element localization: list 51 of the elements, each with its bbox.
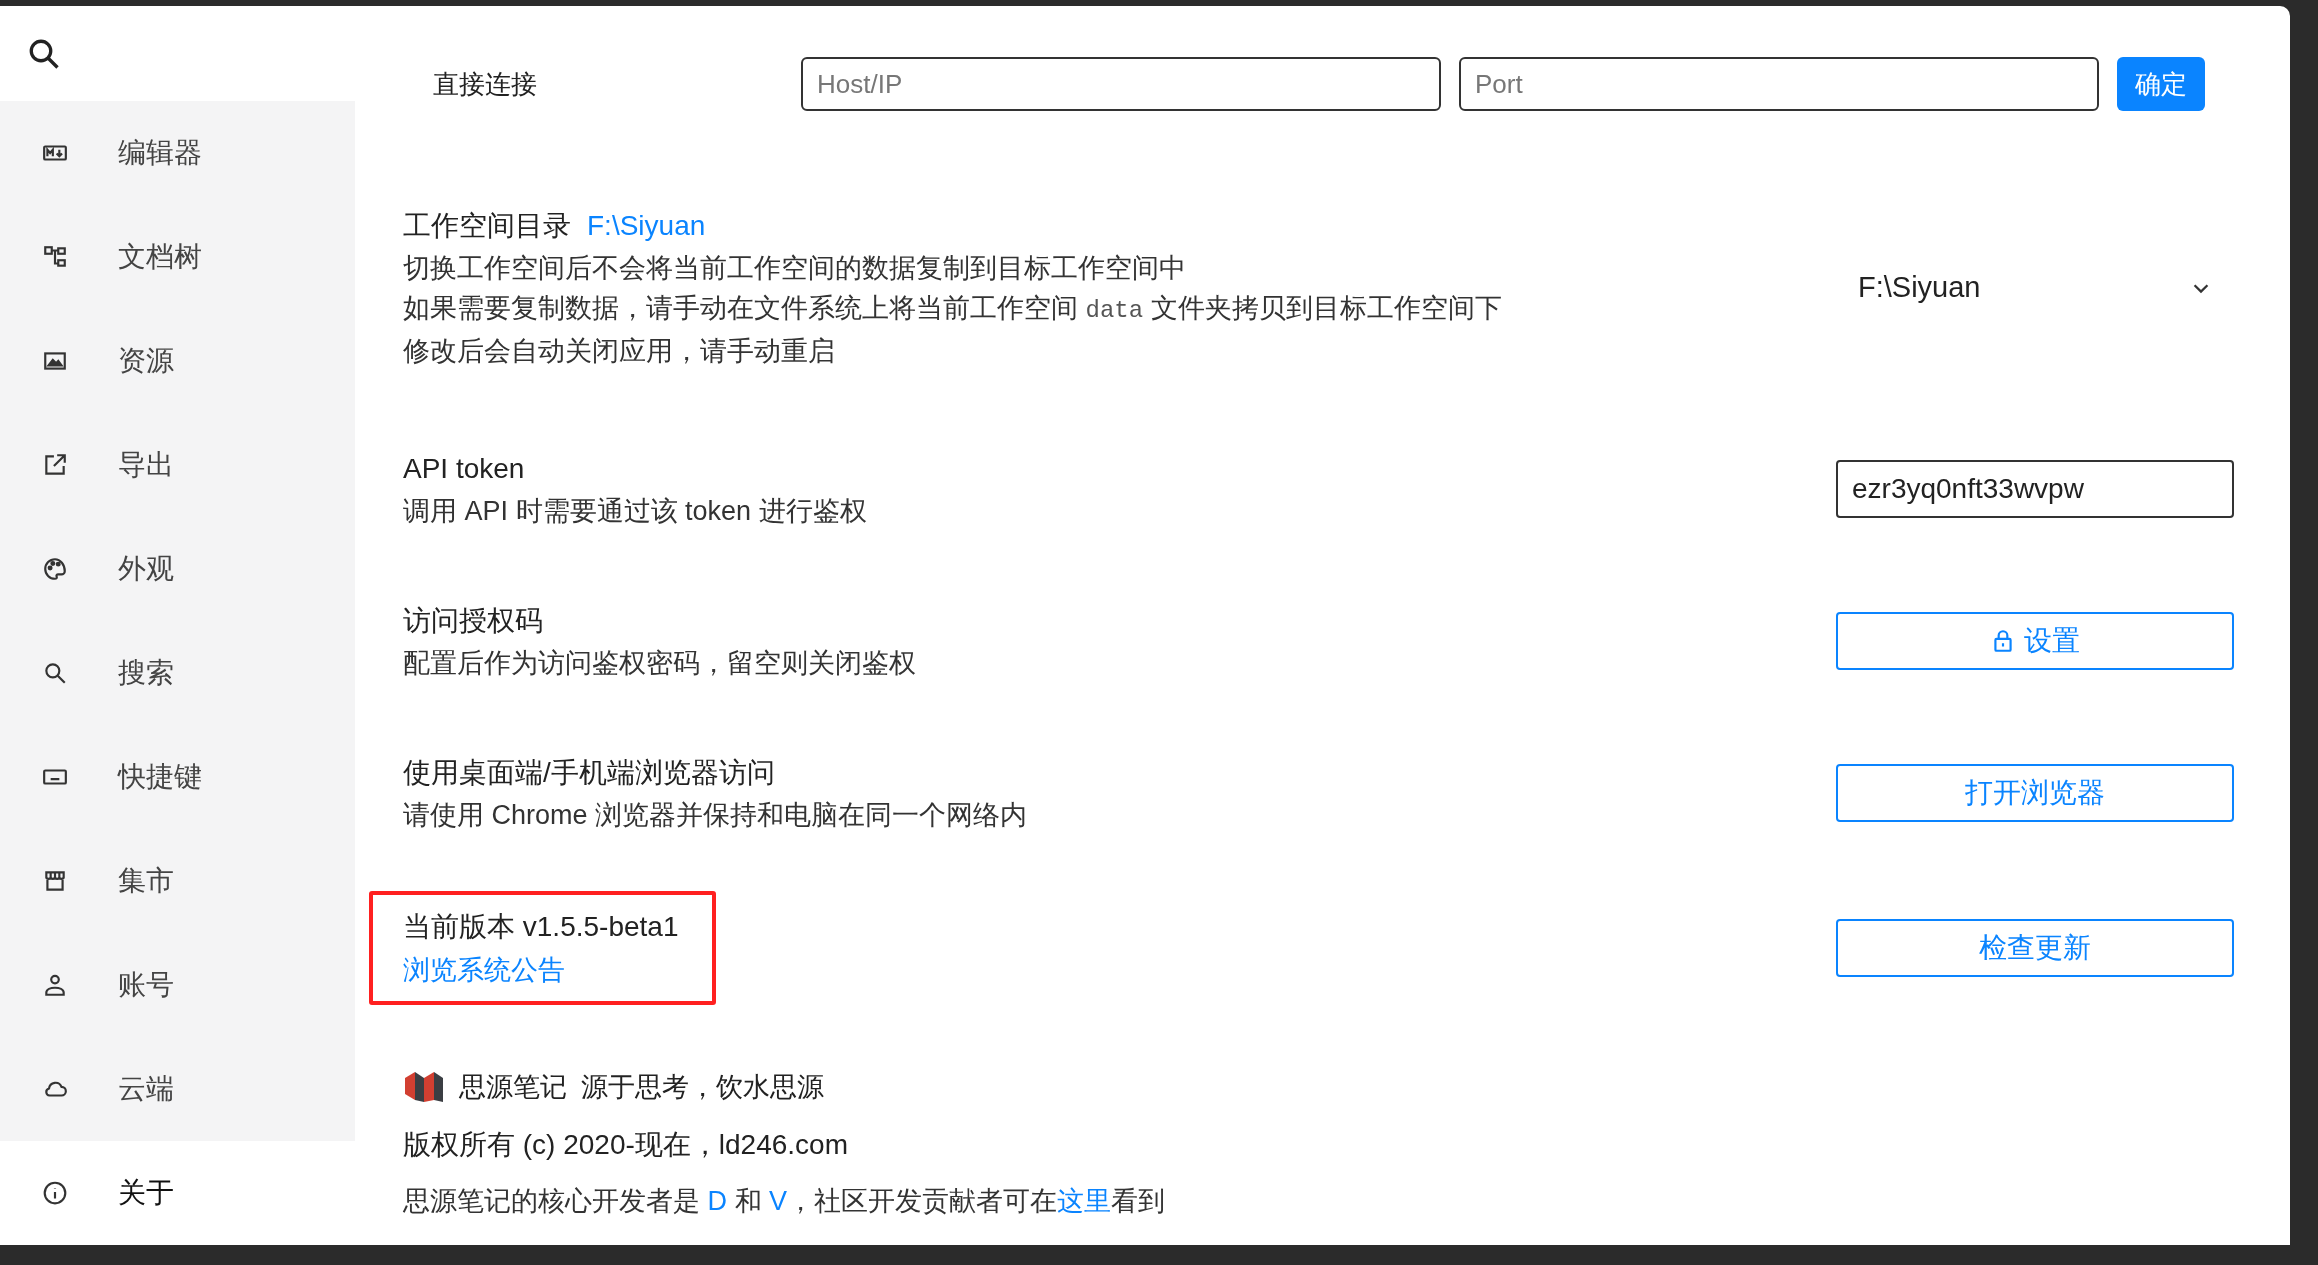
setting-description: 修改后会自动关闭应用，请手动重启	[403, 335, 836, 368]
direct-connect-label: 直接连接	[432, 67, 538, 101]
setting-title: 访问授权码	[403, 604, 543, 638]
sidebar-item[interactable]: 导出	[0, 413, 355, 517]
setting-title: API token	[403, 452, 525, 486]
user-icon	[42, 972, 68, 998]
sidebar-item[interactable]: 快捷键	[0, 725, 355, 829]
workspace-link[interactable]: F:\Siyuan	[587, 204, 706, 248]
developer-text: 思源笔记的核心开发者是	[403, 1186, 701, 1216]
setting-description: 切换工作空间后不会将当前工作空间的数据复制到目标工作空间中	[403, 252, 1187, 285]
check-update-button[interactable]: 检查更新	[1836, 919, 2234, 977]
token-field[interactable]: ezr3yq0nft33wvpw	[1836, 460, 2234, 518]
developer-text: 和	[733, 1186, 763, 1216]
select-value: F:\Siyuan	[1858, 269, 1981, 305]
sidebar-item[interactable]: 账号	[0, 933, 355, 1037]
sidebar-item[interactable]: 资源	[0, 309, 355, 413]
open-browser-button[interactable]: 打开浏览器	[1836, 764, 2234, 822]
port-field[interactable]: Port	[1459, 57, 2099, 111]
developer-link[interactable]: 这里	[1057, 1186, 1112, 1216]
sidebar-item[interactable]: 外观	[0, 517, 355, 621]
setting-description: 配置后作为访问鉴权密码，留空则关闭鉴权	[403, 647, 916, 680]
store-icon	[42, 868, 68, 894]
setting-title: 使用桌面端/手机端浏览器访问	[403, 756, 775, 790]
app-name: 思源笔记	[459, 1070, 567, 1104]
tree-icon	[42, 244, 68, 270]
sidebar-item[interactable]: 云端	[0, 1037, 355, 1141]
host-field[interactable]: Host/IP	[801, 57, 1441, 111]
export-icon	[42, 452, 68, 478]
copyright-text: 版权所有 (c) 2020-现在，ld246.com	[403, 1128, 849, 1162]
setting-description: 请使用 Chrome 浏览器并保持和电脑在同一个网络内	[403, 799, 1028, 832]
announcement-link[interactable]: 浏览系统公告	[403, 949, 679, 991]
sidebar-item[interactable]: 集市	[0, 829, 355, 933]
slogan: 源于思考，饮水思源	[581, 1070, 824, 1104]
setting-description: 如果需要复制数据，请手动在文件系统上将当前工作空间 data 文件夹拷贝到目标工作空间下	[403, 292, 1502, 326]
setting-description: 调用 API 时需要通过该 token 进行鉴权	[403, 495, 867, 528]
developer-text: 看到	[1111, 1186, 1166, 1216]
search-icon	[42, 660, 68, 686]
setting-title: 工作空间目录	[403, 209, 571, 243]
developer-link[interactable]: D	[707, 1186, 727, 1216]
developer-text: ，社区开发贡献者可在	[787, 1186, 1058, 1216]
sidebar-item[interactable]: 编辑器	[0, 101, 355, 205]
palette-icon	[42, 556, 68, 582]
confirm-button[interactable]: 确定	[2117, 57, 2205, 111]
developer-link[interactable]: V	[769, 1186, 788, 1216]
setup-button[interactable]: 设置	[1836, 612, 2234, 670]
sidebar-item[interactable]: 搜索	[0, 621, 355, 725]
logo-icon	[403, 1070, 445, 1104]
info-icon	[42, 1180, 68, 1206]
setting-title: 当前版本 v1.5.5-beta1	[403, 910, 679, 944]
workspace-select[interactable]: F:\Siyuan	[1836, 258, 2234, 317]
sidebar-item[interactable]: 文档树	[0, 205, 355, 309]
